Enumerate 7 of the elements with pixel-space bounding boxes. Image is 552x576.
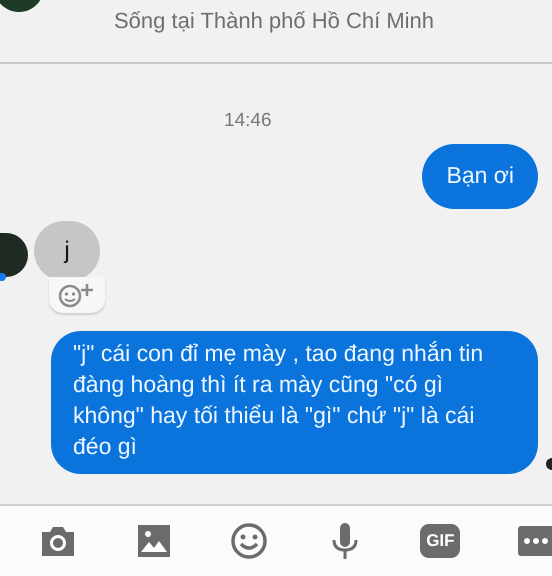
- emoji-icon[interactable]: [229, 521, 270, 561]
- message-bubble: "j" cái con đỉ mẹ mày , tao đang nhắn tin đàng hoàng thì ít ra mày cũng "có gì không" hay tối thiểu là "gì" chứ "j" là cái đéo gì: [51, 331, 538, 474]
- location-text: Sống tại Thành phố Hồ Chí Minh: [114, 8, 434, 34]
- gif-button[interactable]: GIF: [420, 524, 460, 558]
- timestamp: 14:46: [224, 110, 272, 132]
- add-reaction-button[interactable]: [49, 277, 105, 313]
- message-bubble: Bạn ơi: [422, 144, 538, 209]
